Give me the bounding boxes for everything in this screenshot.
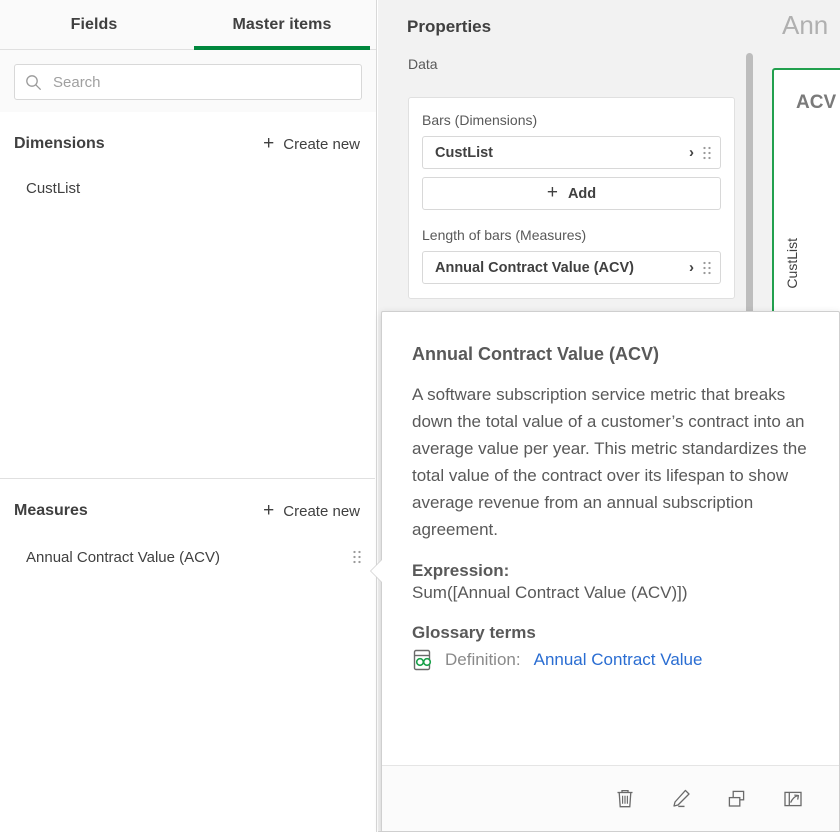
qlik-app-window: Fields Master items Dimensions + Crea [0, 0, 840, 832]
drag-handle-icon[interactable] [352, 549, 362, 565]
popover-description: A software subscription service metric t… [412, 381, 809, 543]
dimensions-header: Dimensions + Create new [0, 120, 376, 168]
add-dimension-label: Add [568, 186, 596, 202]
duplicate-icon [725, 787, 749, 811]
glossary-definition-link[interactable]: Annual Contract Value [534, 650, 703, 670]
glossary-book-icon [412, 649, 436, 671]
insert-to-sheet-icon [781, 787, 805, 811]
search-container [0, 50, 376, 112]
plus-icon: + [547, 183, 558, 202]
create-new-measure-label: Create new [283, 503, 360, 520]
drag-handle-icon[interactable] [702, 145, 712, 161]
plus-icon: + [263, 501, 274, 520]
add-dimension-button[interactable]: + Add [422, 177, 721, 210]
expression-heading: Expression: [412, 561, 809, 581]
chevron-right-icon[interactable]: › [689, 260, 694, 275]
data-section-card: Bars (Dimensions) CustList › + Add Lengt… [408, 97, 735, 299]
add-to-sheet-button[interactable] [780, 786, 806, 812]
assets-panel: Fields Master items Dimensions + Crea [0, 0, 377, 832]
popover-body: Annual Contract Value (ACV) A software s… [382, 312, 839, 671]
create-new-dimension-button[interactable]: + Create new [263, 135, 360, 154]
popover-action-bar [382, 765, 839, 831]
properties-title: Properties [378, 0, 760, 37]
search-icon [25, 74, 42, 91]
popover-title: Annual Contract Value (ACV) [412, 344, 809, 365]
measure-pill-label: Annual Contract Value (ACV) [435, 260, 689, 276]
tab-master-items-label: Master items [232, 16, 331, 34]
dimension-pill-custlist[interactable]: CustList › [422, 136, 721, 169]
dimension-pill-label: CustList [435, 145, 689, 161]
properties-scrollbar[interactable] [746, 53, 753, 349]
duplicate-button[interactable] [724, 786, 750, 812]
trash-icon [614, 787, 636, 811]
measure-item-acv[interactable]: Annual Contract Value (ACV) [0, 535, 376, 579]
drag-handle-icon[interactable] [702, 260, 712, 276]
sheet-title: Ann [782, 10, 828, 41]
delete-button[interactable] [612, 786, 638, 812]
measure-pill-acv[interactable]: Annual Contract Value (ACV) › [422, 251, 721, 284]
popover-arrow [371, 560, 382, 582]
dimension-item-label: CustList [26, 180, 362, 197]
measure-item-label: Annual Contract Value (ACV) [26, 549, 352, 566]
dimensions-section: Dimensions + Create new CustList [0, 120, 376, 208]
measures-title: Measures [14, 502, 263, 520]
expression-value: Sum([Annual Contract Value (ACV)]) [412, 583, 809, 603]
tab-master-items[interactable]: Master items [188, 0, 376, 49]
glossary-definition-label: Definition: [445, 650, 521, 670]
create-new-dimension-label: Create new [283, 136, 360, 153]
chevron-right-icon[interactable]: › [689, 145, 694, 160]
search-input[interactable] [51, 73, 351, 92]
glossary-heading: Glossary terms [412, 623, 809, 643]
glossary-definition-row: Definition: Annual Contract Value [412, 649, 809, 671]
length-of-bars-label: Length of bars (Measures) [422, 227, 721, 243]
assets-tab-bar: Fields Master items [0, 0, 376, 50]
assets-divider [0, 478, 375, 479]
dimension-item-custlist[interactable]: CustList [0, 168, 376, 208]
bar-chart-axis-label: CustList [784, 238, 800, 289]
measures-header: Measures + Create new [0, 487, 376, 535]
pencil-icon [669, 787, 693, 811]
master-measure-popover: Annual Contract Value (ACV) A software s… [381, 311, 840, 832]
measures-section: Measures + Create new Annual Contract Va… [0, 487, 376, 579]
tab-fields-label: Fields [71, 16, 118, 34]
bars-dimensions-label: Bars (Dimensions) [422, 112, 721, 128]
tab-fields[interactable]: Fields [0, 0, 188, 49]
edit-button[interactable] [668, 786, 694, 812]
create-new-measure-button[interactable]: + Create new [263, 502, 360, 521]
plus-icon: + [263, 134, 274, 153]
bar-chart-title: ACV [796, 92, 836, 114]
dimensions-title: Dimensions [14, 135, 263, 153]
search-box[interactable] [14, 64, 362, 100]
data-section-label: Data [378, 37, 760, 72]
